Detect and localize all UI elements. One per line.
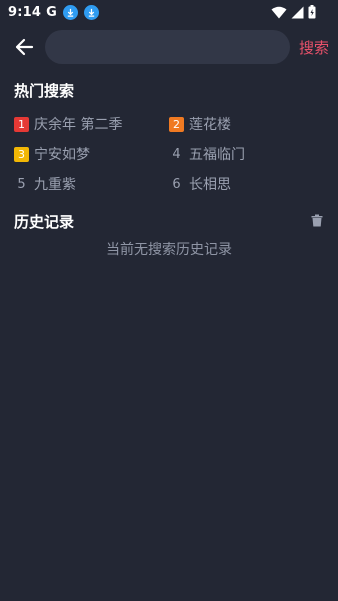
rank-badge: 3 <box>14 146 29 162</box>
hot-search-item[interactable]: 3 宁安如梦 <box>14 144 90 164</box>
download-icon <box>62 4 78 20</box>
history-title: 历史记录 <box>14 213 75 231</box>
rank-number: 4 <box>172 146 181 162</box>
hot-search-item-label: 长相思 <box>189 177 231 193</box>
wifi-icon <box>271 6 287 18</box>
rank-number: 6 <box>172 176 181 192</box>
search-button[interactable]: 搜索 <box>299 37 329 58</box>
search-input[interactable] <box>45 30 290 64</box>
status-time: 9:14 <box>8 4 42 20</box>
rank-badge: 1 <box>14 116 29 132</box>
search-bar: 搜索 <box>0 29 338 65</box>
hot-search-item-label: 庆余年 第二季 <box>34 117 123 133</box>
back-button[interactable] <box>10 35 38 59</box>
status-indicators <box>271 5 330 19</box>
history-empty-text: 当前无搜索历史记录 <box>106 242 232 258</box>
hot-search-item-label: 五福临门 <box>189 147 245 163</box>
clear-history-button[interactable] <box>311 212 325 227</box>
hot-search-item-label: 宁安如梦 <box>34 147 90 163</box>
hot-search-item-label: 九重紫 <box>34 177 76 193</box>
rank-badge: 2 <box>169 116 184 132</box>
arrow-left-icon <box>15 38 34 56</box>
hot-search-item[interactable]: 5 九重紫 <box>14 174 76 194</box>
rank-number: 5 <box>17 176 26 192</box>
hot-search-item[interactable]: 1 庆余年 第二季 <box>14 114 122 134</box>
hot-search-item[interactable]: 2 莲花楼 <box>169 114 231 134</box>
hot-search-item[interactable]: 6 长相思 <box>169 174 231 194</box>
status-bar: 9:14 G <box>0 0 338 24</box>
signal-icon <box>291 6 304 18</box>
google-g-icon: G <box>46 4 57 20</box>
trash-icon <box>311 214 323 227</box>
hot-search-title: 热门搜索 <box>14 82 75 100</box>
hot-search-item-label: 莲花楼 <box>189 117 231 133</box>
battery-icon <box>308 5 316 19</box>
hot-search-item[interactable]: 4 五福临门 <box>169 144 245 164</box>
download-icon <box>83 4 99 20</box>
